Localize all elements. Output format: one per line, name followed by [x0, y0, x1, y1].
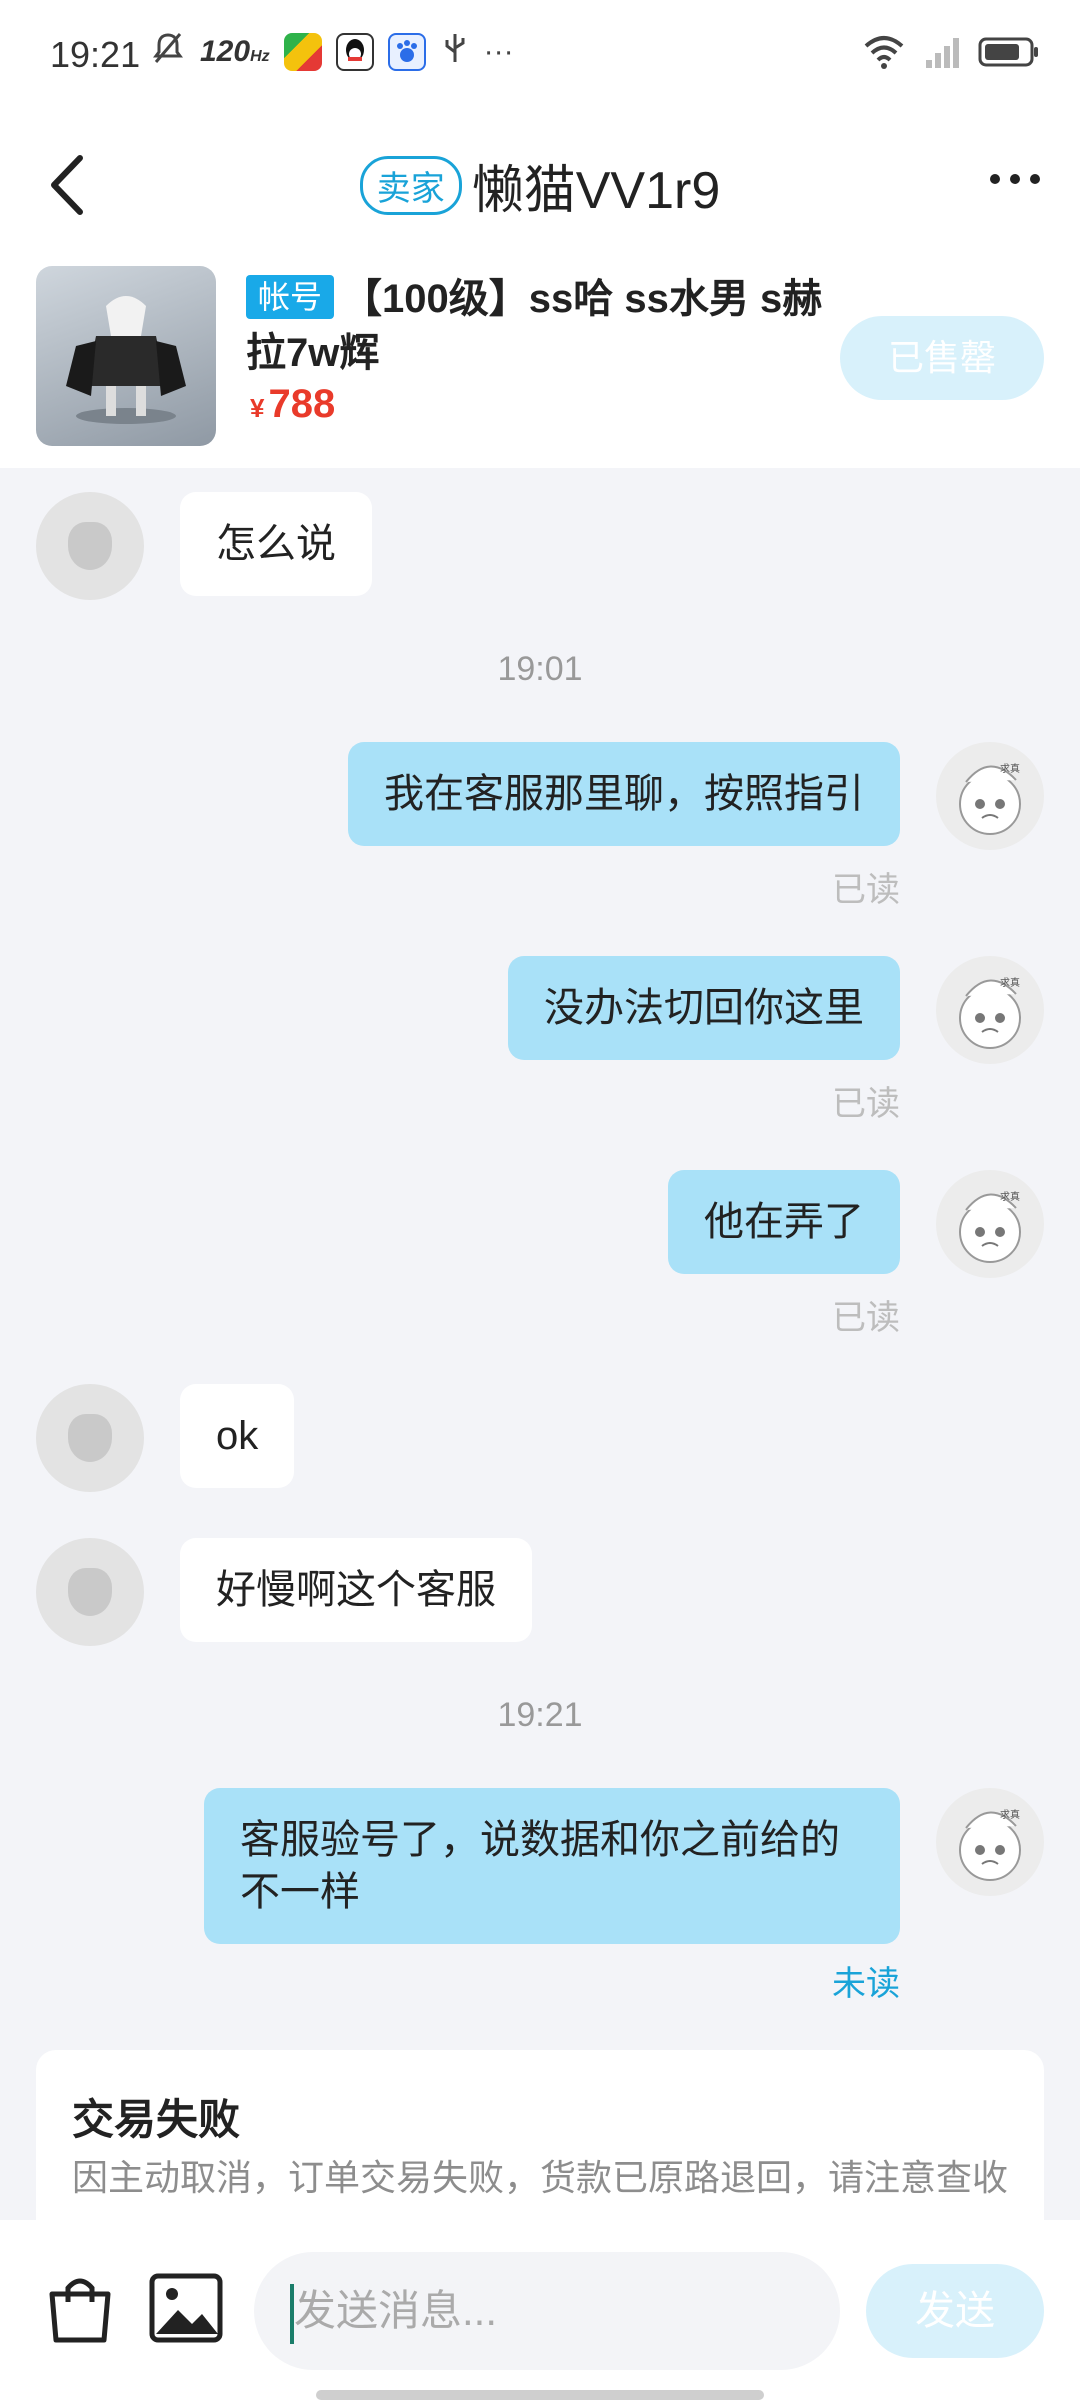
my-avatar[interactable]: 求真 [936, 956, 1044, 1064]
read-status: 已读 [832, 1085, 900, 1123]
svg-text:求真: 求真 [1000, 1808, 1020, 1821]
svg-text:求真: 求真 [1000, 976, 1020, 989]
transaction-failed-text: 因主动取消，订单交易失败，货款已原路退回，请注意查收 [72, 2157, 1009, 2198]
signal-icon [924, 34, 960, 75]
message-timestamp: 19:01 [497, 650, 583, 688]
transaction-failed-title: 交易失败 [72, 2096, 241, 2143]
status-icons-left: 120Hz ··· [150, 30, 514, 74]
message-bubble-sent: 他在弄了 [668, 1170, 900, 1274]
read-status: 已读 [832, 1299, 900, 1337]
chat-header: 卖家 懒猫VV1r9 [0, 110, 1080, 260]
seller-name: 懒猫VV1r9 [471, 162, 721, 220]
message-input[interactable] [254, 2252, 840, 2370]
svg-text:求真: 求真 [1000, 762, 1020, 775]
image-icon [149, 2273, 223, 2343]
app-notification-icon [283, 33, 322, 71]
sold-out-button[interactable]: 已售罄 [840, 316, 1044, 400]
message-timestamp: 19:21 [497, 1696, 583, 1734]
read-status: 已读 [832, 871, 900, 909]
seller-avatar[interactable] [36, 1538, 144, 1646]
my-avatar[interactable]: 求真 [936, 1170, 1044, 1278]
transaction-failed-card[interactable]: 交易失败 因主动取消，订单交易失败，货款已原路退回，请注意查收 [36, 2050, 1044, 2220]
product-title: 帐号 【100级】ss哈 ss水男 s赫拉7w辉 [246, 272, 846, 380]
cartoon-avatar-icon: 求真 [959, 1808, 1021, 1881]
more-notifications: ··· [483, 35, 514, 68]
my-avatar[interactable]: 求真 [936, 742, 1044, 850]
wifi-icon [862, 34, 906, 75]
message-bubble-received: 怎么说 [180, 492, 372, 596]
price-value: 788 [268, 382, 336, 426]
message-bubble-sent: 客服验号了，说数据和你之前给的不一样 [204, 1788, 900, 1944]
status-time: 19:21 [50, 34, 141, 75]
refresh-rate-unit: Hz [250, 48, 270, 65]
qq-icon [335, 33, 374, 71]
cartoon-avatar-icon: 求真 [959, 762, 1021, 835]
cartoon-avatar-icon: 求真 [959, 976, 1021, 1049]
refresh-rate: 120Hz [200, 35, 270, 69]
shopping-bag-button[interactable] [40, 2268, 120, 2348]
product-image [36, 266, 216, 446]
send-button[interactable]: 发送 [866, 2264, 1044, 2358]
account-tag: 帐号 [246, 275, 335, 319]
message-composer: 发送 [0, 2220, 1080, 2400]
battery-icon [978, 35, 1040, 74]
status-bar: 19:21 120Hz ··· [0, 0, 1080, 110]
cartoon-avatar-icon: 求真 [959, 1190, 1021, 1263]
svg-text:求真: 求真 [1000, 1190, 1020, 1203]
message-bubble-received: 好慢啊这个客服 [180, 1538, 532, 1642]
unread-status: 未读 [832, 1965, 900, 2003]
text-cursor [290, 2284, 294, 2344]
dot-icon [1010, 174, 1020, 184]
product-price: ¥788 [250, 382, 335, 427]
dot-icon [990, 174, 1000, 184]
more-options-button[interactable] [990, 174, 1040, 184]
seller-badge: 卖家 [359, 156, 462, 215]
status-icons-right [862, 34, 1040, 75]
message-bubble-sent: 我在客服那里聊，按照指引 [348, 742, 900, 846]
image-button[interactable] [146, 2268, 226, 2348]
message-bubble-sent: 没办法切回你这里 [508, 956, 900, 1060]
shopping-bag-icon [49, 2278, 111, 2343]
home-indicator[interactable] [316, 2390, 764, 2400]
my-avatar[interactable]: 求真 [936, 1788, 1044, 1896]
currency-symbol: ¥ [250, 393, 265, 423]
message-bubble-received: ok [180, 1384, 295, 1488]
seller-avatar[interactable] [36, 1384, 144, 1492]
bell-off-icon [150, 30, 186, 74]
baidu-icon [387, 33, 426, 71]
chat-title: 卖家 懒猫VV1r9 [0, 148, 1080, 223]
product-card[interactable]: 帐号 【100级】ss哈 ss水男 s赫拉7w辉 ¥788 已售罄 [0, 260, 1080, 468]
usb-icon [440, 30, 470, 74]
seller-avatar[interactable] [36, 492, 144, 600]
refresh-rate-value: 120 [200, 35, 251, 68]
dot-icon [1030, 174, 1040, 184]
